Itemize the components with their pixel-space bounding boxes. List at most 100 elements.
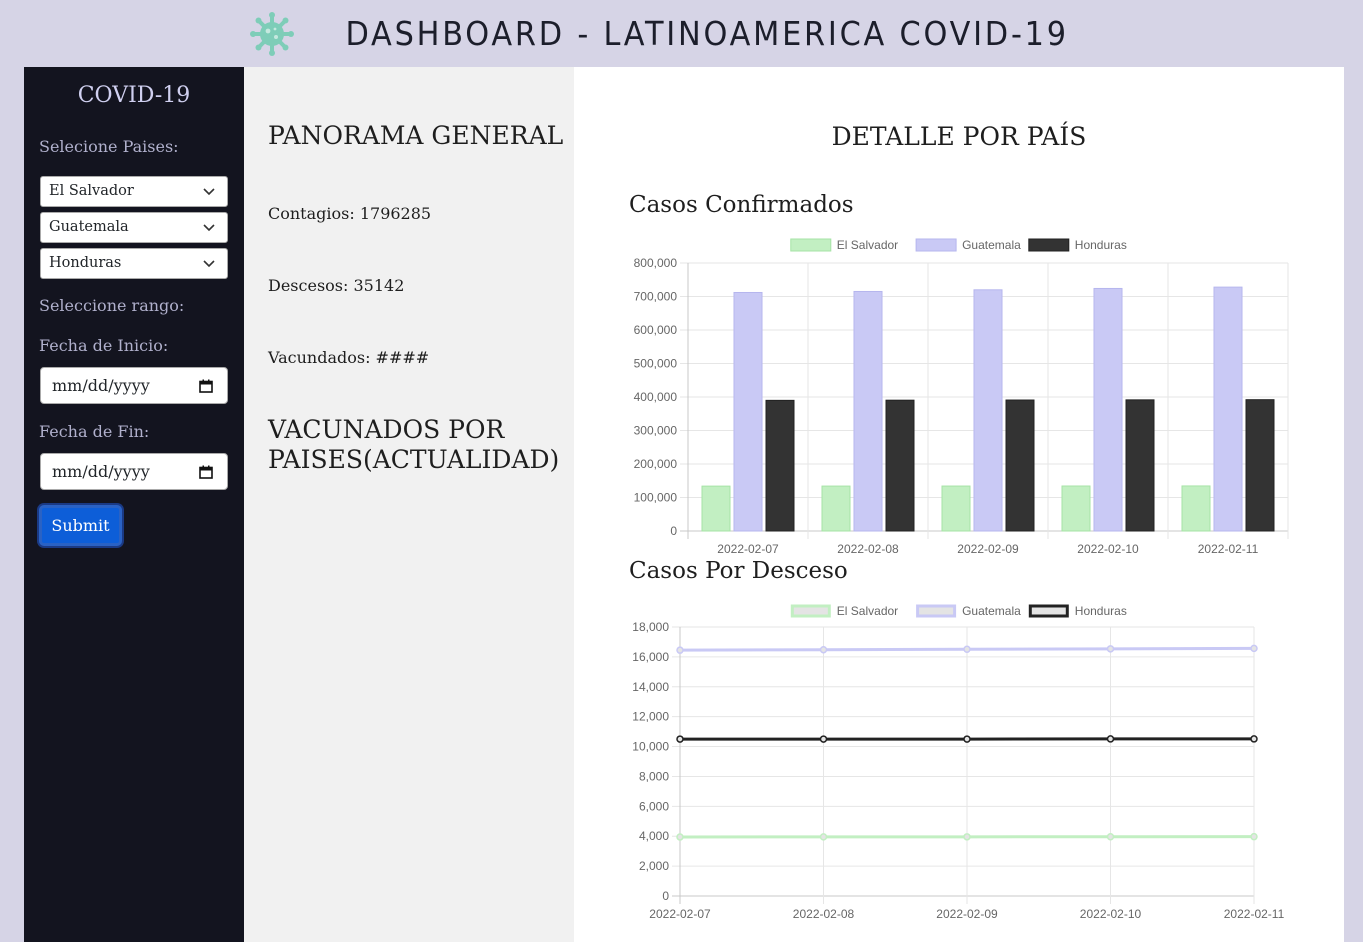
virus-icon [250,11,295,56]
point-honduras [676,735,684,743]
point-el-salvador [676,833,684,841]
x-tick-label: 2022-02-11 [1198,542,1259,556]
country-select-2[interactable]: Guatemala [40,212,228,243]
sidebar: COVID-19 Selecione Paises: El Salvador G… [24,67,244,942]
country-select-3-value: Honduras [49,255,122,271]
end-date-input[interactable]: mm/dd/yyyy [40,453,228,490]
country-select-3[interactable]: Honduras [40,248,228,279]
x-tick-label: 2022-02-10 [1080,907,1142,921]
legend-label: El Salvador [837,238,898,252]
bar-el-salvador [1061,485,1091,532]
calendar-icon[interactable] [199,379,213,393]
bar-honduras [765,399,795,532]
x-tick-label: 2022-02-08 [793,907,855,921]
bar-honduras [1245,399,1275,532]
y-tick-label: 0 [670,524,677,538]
bar-honduras [1125,399,1155,532]
bar-el-salvador [701,485,731,532]
y-tick-label: 18,000 [632,620,669,634]
bar-guatemala [1213,286,1243,532]
y-tick-label: 16,000 [632,650,669,664]
legend-label: El Salvador [837,604,898,618]
point-honduras [819,735,828,743]
legend-swatch [790,604,831,618]
point-honduras [1106,735,1115,743]
point-guatemala [1106,645,1115,653]
point-guatemala [819,645,828,654]
page-title: DASHBOARD - LATINOAMERICA COVID-19 [345,14,1070,53]
legend-label: Honduras [1075,238,1127,252]
contagios-stat: Contagios: 1796285 [268,204,432,223]
start-date-label: Fecha de Inicio: [39,336,169,355]
legend-swatch [916,604,957,618]
bar-el-salvador [821,485,851,532]
sidebar-brand: COVID-19 [77,83,191,108]
legend-swatch [1028,604,1069,618]
deaths-chart-title: Casos Por Desceso [629,558,848,584]
bar-guatemala [973,289,1003,532]
range-label: Seleccione rango: [39,296,185,315]
x-tick-label: 2022-02-08 [837,542,899,556]
bar-guatemala [853,290,883,532]
start-date-placeholder: mm/dd/yyyy [52,376,150,395]
legend-label: Guatemala [962,238,1021,252]
x-tick-label: 2022-02-11 [1224,907,1285,921]
country-select-1-value: El Salvador [49,183,134,199]
point-guatemala [963,645,971,654]
bar-honduras [1005,399,1035,532]
x-tick-label: 2022-02-07 [717,542,779,556]
x-tick-label: 2022-02-09 [936,907,998,921]
y-tick-label: 300,000 [634,424,678,438]
legend-swatch [1028,238,1070,252]
calendar-icon[interactable] [199,465,213,479]
bar-guatemala [1093,287,1123,532]
point-el-salvador [1250,832,1258,841]
y-tick-label: 100,000 [634,491,678,505]
point-el-salvador [819,833,828,841]
point-honduras [1250,735,1258,743]
y-tick-label: 14,000 [632,680,669,694]
overview-title: PANORAMA GENERAL [268,121,564,150]
bar-honduras [885,399,915,532]
point-guatemala [1250,644,1258,653]
y-tick-label: 10,000 [632,740,669,754]
legend-swatch [790,238,832,252]
bar-el-salvador [941,485,971,532]
bar-guatemala [733,291,763,532]
start-date-input[interactable]: mm/dd/yyyy [40,367,228,404]
chevron-down-icon [203,224,215,232]
descesos-stat: Descesos: 35142 [268,276,405,295]
y-tick-label: 4,000 [639,829,669,843]
y-tick-label: 500,000 [634,357,678,371]
point-el-salvador [963,833,971,841]
x-tick-label: 2022-02-10 [1077,542,1139,556]
y-tick-label: 700,000 [634,290,678,304]
point-el-salvador [1106,832,1115,841]
y-tick-label: 2,000 [639,859,669,873]
y-tick-label: 600,000 [634,323,678,337]
y-tick-label: 12,000 [632,710,669,724]
detail-title: DETALLE POR PAÍS [831,122,1087,151]
x-tick-label: 2022-02-07 [649,907,711,921]
vacunados-stat: Vacundados: #### [268,348,430,367]
header: DASHBOARD - LATINOAMERICA COVID-19 [0,0,1363,67]
end-date-label: Fecha de Fin: [39,422,150,441]
y-tick-label: 800,000 [634,256,678,270]
submit-button[interactable]: Submit [39,505,122,546]
y-tick-label: 200,000 [634,457,678,471]
y-tick-label: 6,000 [639,799,669,813]
point-honduras [963,735,971,743]
legend-swatch [915,238,957,252]
country-select-1[interactable]: El Salvador [40,176,228,207]
chevron-down-icon [203,260,215,268]
legend-label: Guatemala [962,604,1021,618]
y-tick-label: 0 [662,889,669,903]
overview-panel: PANORAMA GENERAL Contagios: 1796285 Desc… [244,67,574,942]
country-select-2-value: Guatemala [49,219,129,235]
bar-el-salvador [1181,485,1211,532]
confirmed-cases-chart: El Salvador Guatemala Honduras 0 100,000 200,… [634,238,1289,556]
end-date-placeholder: mm/dd/yyyy [52,462,150,481]
deaths-chart: El Salvador Guatemala Honduras 0 2,000 4,000 6… [632,604,1285,921]
y-tick-label: 400,000 [634,390,678,404]
vaccinated-by-country-title: VACUNADOS POR PAISES(ACTUALIDAD) [268,415,560,474]
